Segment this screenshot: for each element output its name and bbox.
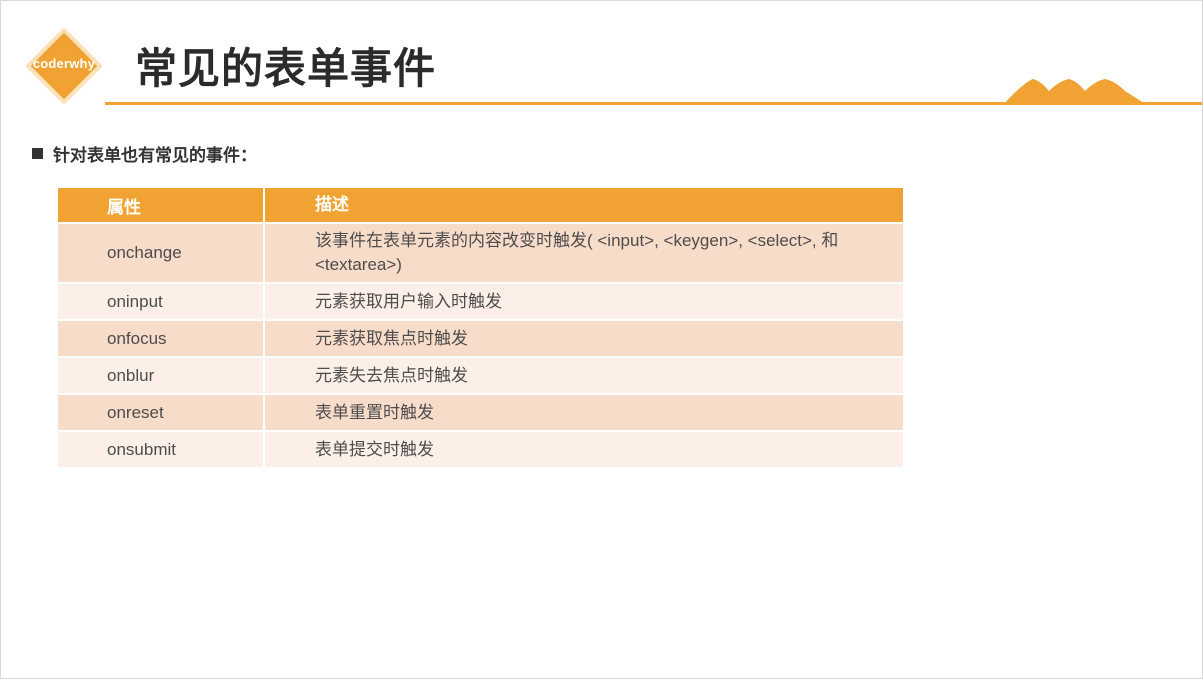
table-row-attr: onreset xyxy=(58,395,263,430)
mountains-decoration-icon xyxy=(1003,79,1147,105)
coderwhy-logo: coderwhy xyxy=(25,27,103,105)
events-table: 属性 描述 onchange 该事件在表单元素的内容改变时触发( <input>… xyxy=(58,188,903,467)
page-title: 常见的表单事件 xyxy=(135,44,437,93)
slide: coderwhy 常见的表单事件 针对表单也有常见的事件： 属性 描述 onch… xyxy=(0,0,1203,679)
bullet-square-icon xyxy=(32,148,43,159)
table-row-attr: oninput xyxy=(58,284,263,319)
table-row-attr: onchange xyxy=(58,224,263,282)
bullet-point: 针对表单也有常见的事件： xyxy=(32,141,257,166)
bullet-text: 针对表单也有常见的事件： xyxy=(53,146,257,166)
table-row-desc: 表单提交时触发 xyxy=(265,432,903,467)
table-row-attr: onsubmit xyxy=(58,432,263,467)
table-row-attr: onblur xyxy=(58,358,263,393)
table-row-desc: 表单重置时触发 xyxy=(265,395,903,430)
table-row-desc: 元素获取焦点时触发 xyxy=(265,321,903,356)
table-row-desc: 该事件在表单元素的内容改变时触发( <input>, <keygen>, <se… xyxy=(265,224,903,282)
header-desc: 描述 xyxy=(265,188,903,222)
table-row-attr: onfocus xyxy=(58,321,263,356)
header-attr: 属性 xyxy=(58,188,263,222)
logo-text: coderwhy xyxy=(32,56,96,71)
table-row-desc: 元素失去焦点时触发 xyxy=(265,358,903,393)
table-row-desc: 元素获取用户输入时触发 xyxy=(265,284,903,319)
